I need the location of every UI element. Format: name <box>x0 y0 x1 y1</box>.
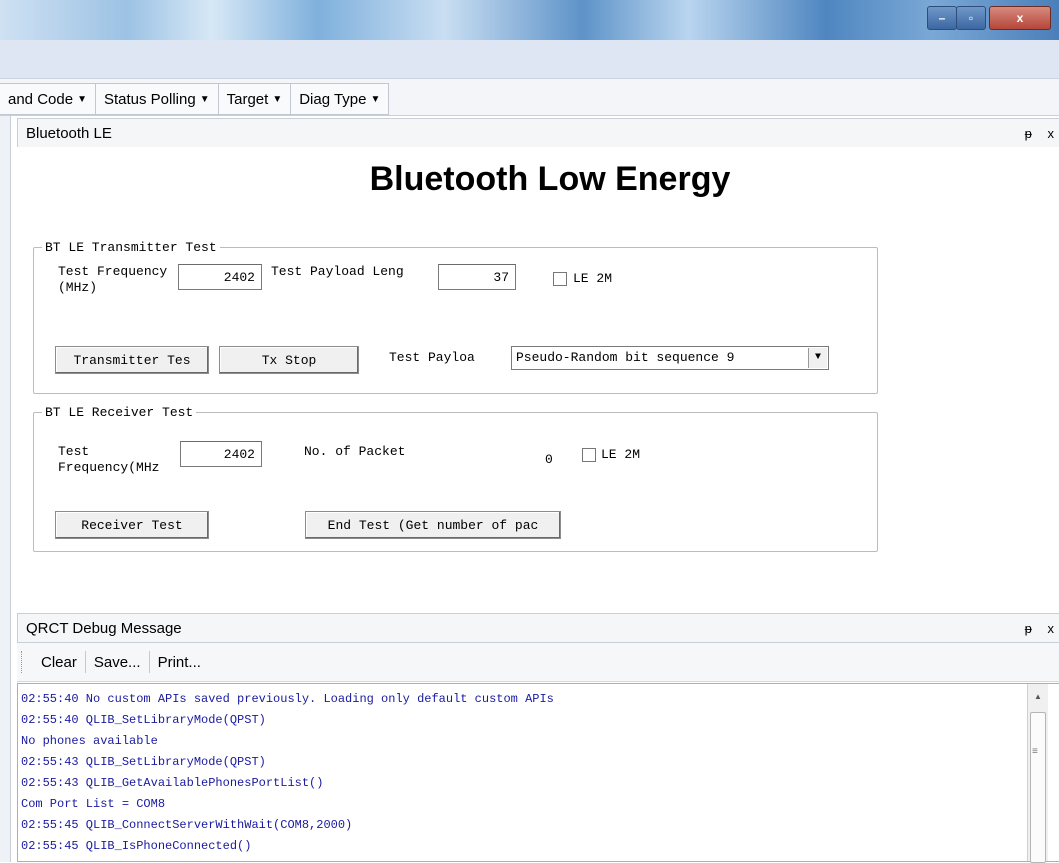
log-line: 02:55:45 QLIB_ConnectServerWithWait(COM8… <box>21 818 353 832</box>
target-label: Target <box>226 90 269 108</box>
page-title: Bluetooth Low Energy <box>369 160 731 198</box>
panel-title: Bluetooth LE <box>26 124 112 142</box>
menu-bar <box>0 40 1059 79</box>
debug-panel-title: QRCT Debug Message <box>26 619 182 637</box>
log-line: 02:55:43 QLIB_GetAvailablePhonesPortList… <box>21 776 324 790</box>
transmitter-test-button[interactable]: Transmitter Tes <box>55 346 209 374</box>
chevron-down-icon: ▼ <box>370 93 381 105</box>
log-line: 02:55:43 QLIB_SetLibraryMode(QPST) <box>21 755 266 769</box>
tx-le2m-checkbox[interactable] <box>553 272 567 286</box>
diag-type-dropdown[interactable]: Diag Type ▼ <box>291 84 388 114</box>
end-test-button[interactable]: End Test (Get number of pac <box>305 511 561 539</box>
status-polling-dropdown[interactable]: Status Polling ▼ <box>96 84 219 114</box>
print-button[interactable]: Print... <box>150 651 209 673</box>
chevron-down-icon: ▼ <box>77 93 87 105</box>
log-line: 02:55:40 No custom APIs saved previously… <box>21 692 554 706</box>
diag-type-label: Diag Type <box>299 90 367 108</box>
receiver-test-legend: BT LE Receiver Test <box>45 405 194 420</box>
main-toolbar: and Code ▼ Status Polling ▼ Target ▼ Dia… <box>0 79 1059 116</box>
log-line: Com Port List = COM8 <box>21 797 166 811</box>
scrollbar-thumb[interactable] <box>1030 712 1046 863</box>
debug-panel-header: QRCT Debug Message ᵽ x <box>17 613 1059 643</box>
log-line: No phones available <box>21 734 158 748</box>
rx-frequency-input[interactable]: 2402 <box>180 441 262 467</box>
transmitter-test-legend: BT LE Transmitter Test <box>45 240 217 255</box>
dropdown-arrow-icon[interactable]: ▼ <box>808 348 827 368</box>
scroll-up-arrow-icon[interactable]: ▲ <box>1028 692 1048 701</box>
test-payload-label: Test Payloa <box>389 350 475 365</box>
title-bar: – ▫ x <box>0 0 1059 40</box>
save-button[interactable]: Save... <box>86 651 150 673</box>
tx-frequency-input[interactable]: 2402 <box>178 264 262 290</box>
target-dropdown[interactable]: Target ▼ <box>219 84 292 114</box>
pin-close-icon[interactable]: ᵽ x <box>1025 126 1059 141</box>
rx-le2m-label: LE 2M <box>601 447 641 462</box>
maximize-button[interactable]: ▫ <box>956 6 986 30</box>
band-code-label: and Code <box>8 90 74 108</box>
packet-count-value: 0 <box>545 452 553 467</box>
receiver-test-button[interactable]: Receiver Test <box>55 511 209 539</box>
rx-le2m-checkbox[interactable] <box>582 448 596 462</box>
debug-log-scrollbar[interactable]: ▲ ≡ <box>1027 684 1048 863</box>
clear-button[interactable]: Clear <box>33 651 86 673</box>
close-window-button[interactable]: x <box>989 6 1051 30</box>
debug-toolbar: Clear Save... Print... <box>17 643 1059 682</box>
chevron-down-icon: ▼ <box>272 93 283 105</box>
log-line: 02:55:45 QLIB_IsPhoneConnected() <box>21 839 252 853</box>
band-code-dropdown[interactable]: and Code ▼ <box>0 84 96 114</box>
scroll-grip-icon: ≡ <box>1032 746 1038 757</box>
packet-count-label: No. of Packet <box>304 444 406 459</box>
bluetooth-le-panel-header: Bluetooth LE ᵽ x <box>17 118 1059 148</box>
toolbar-grip-icon[interactable] <box>21 651 25 673</box>
chevron-down-icon: ▼ <box>199 93 210 105</box>
payload-length-input[interactable]: 37 <box>438 264 516 290</box>
pin-close-icon[interactable]: ᵽ x <box>1025 621 1059 636</box>
rx-frequency-label: Test Frequency(MHz <box>58 444 160 475</box>
tx-frequency-label: Test Frequency (MHz) <box>58 264 168 295</box>
tx-le2m-label: LE 2M <box>573 271 613 286</box>
minimize-button[interactable]: – <box>927 6 957 30</box>
test-payload-select[interactable]: Pseudo-Random bit sequence 9 ▼ <box>511 346 829 370</box>
tx-stop-button[interactable]: Tx Stop <box>219 346 359 374</box>
log-line: 02:55:40 QLIB_SetLibraryMode(QPST) <box>21 713 266 727</box>
debug-log[interactable]: 02:55:40 No custom APIs saved previously… <box>17 683 1059 863</box>
payload-length-label: Test Payload Leng <box>271 264 404 279</box>
status-polling-label: Status Polling <box>103 90 196 108</box>
test-payload-value: Pseudo-Random bit sequence 9 <box>516 350 735 365</box>
left-dock-strip <box>0 116 11 862</box>
